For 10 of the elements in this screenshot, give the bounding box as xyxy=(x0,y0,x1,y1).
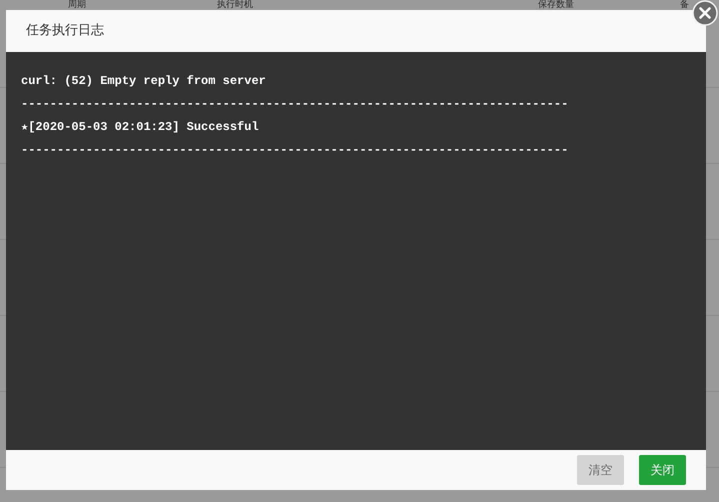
log-line: curl: (52) Empty reply from server xyxy=(21,73,266,90)
column-header: 周期 xyxy=(68,0,86,10)
close-button[interactable]: 关闭 xyxy=(639,455,686,485)
log-line: ---------------------------------------------------------------------------- xyxy=(21,142,568,159)
close-icon[interactable] xyxy=(692,0,718,26)
column-header: 保存数量 xyxy=(538,0,574,10)
dialog-title: 任务执行日志 xyxy=(26,22,104,40)
log-line: ---------------------------------------------------------------------------- xyxy=(21,96,568,113)
column-header: 备 xyxy=(680,0,689,10)
log-line: ★[2020-05-03 02:01:23] Successful xyxy=(21,119,259,136)
